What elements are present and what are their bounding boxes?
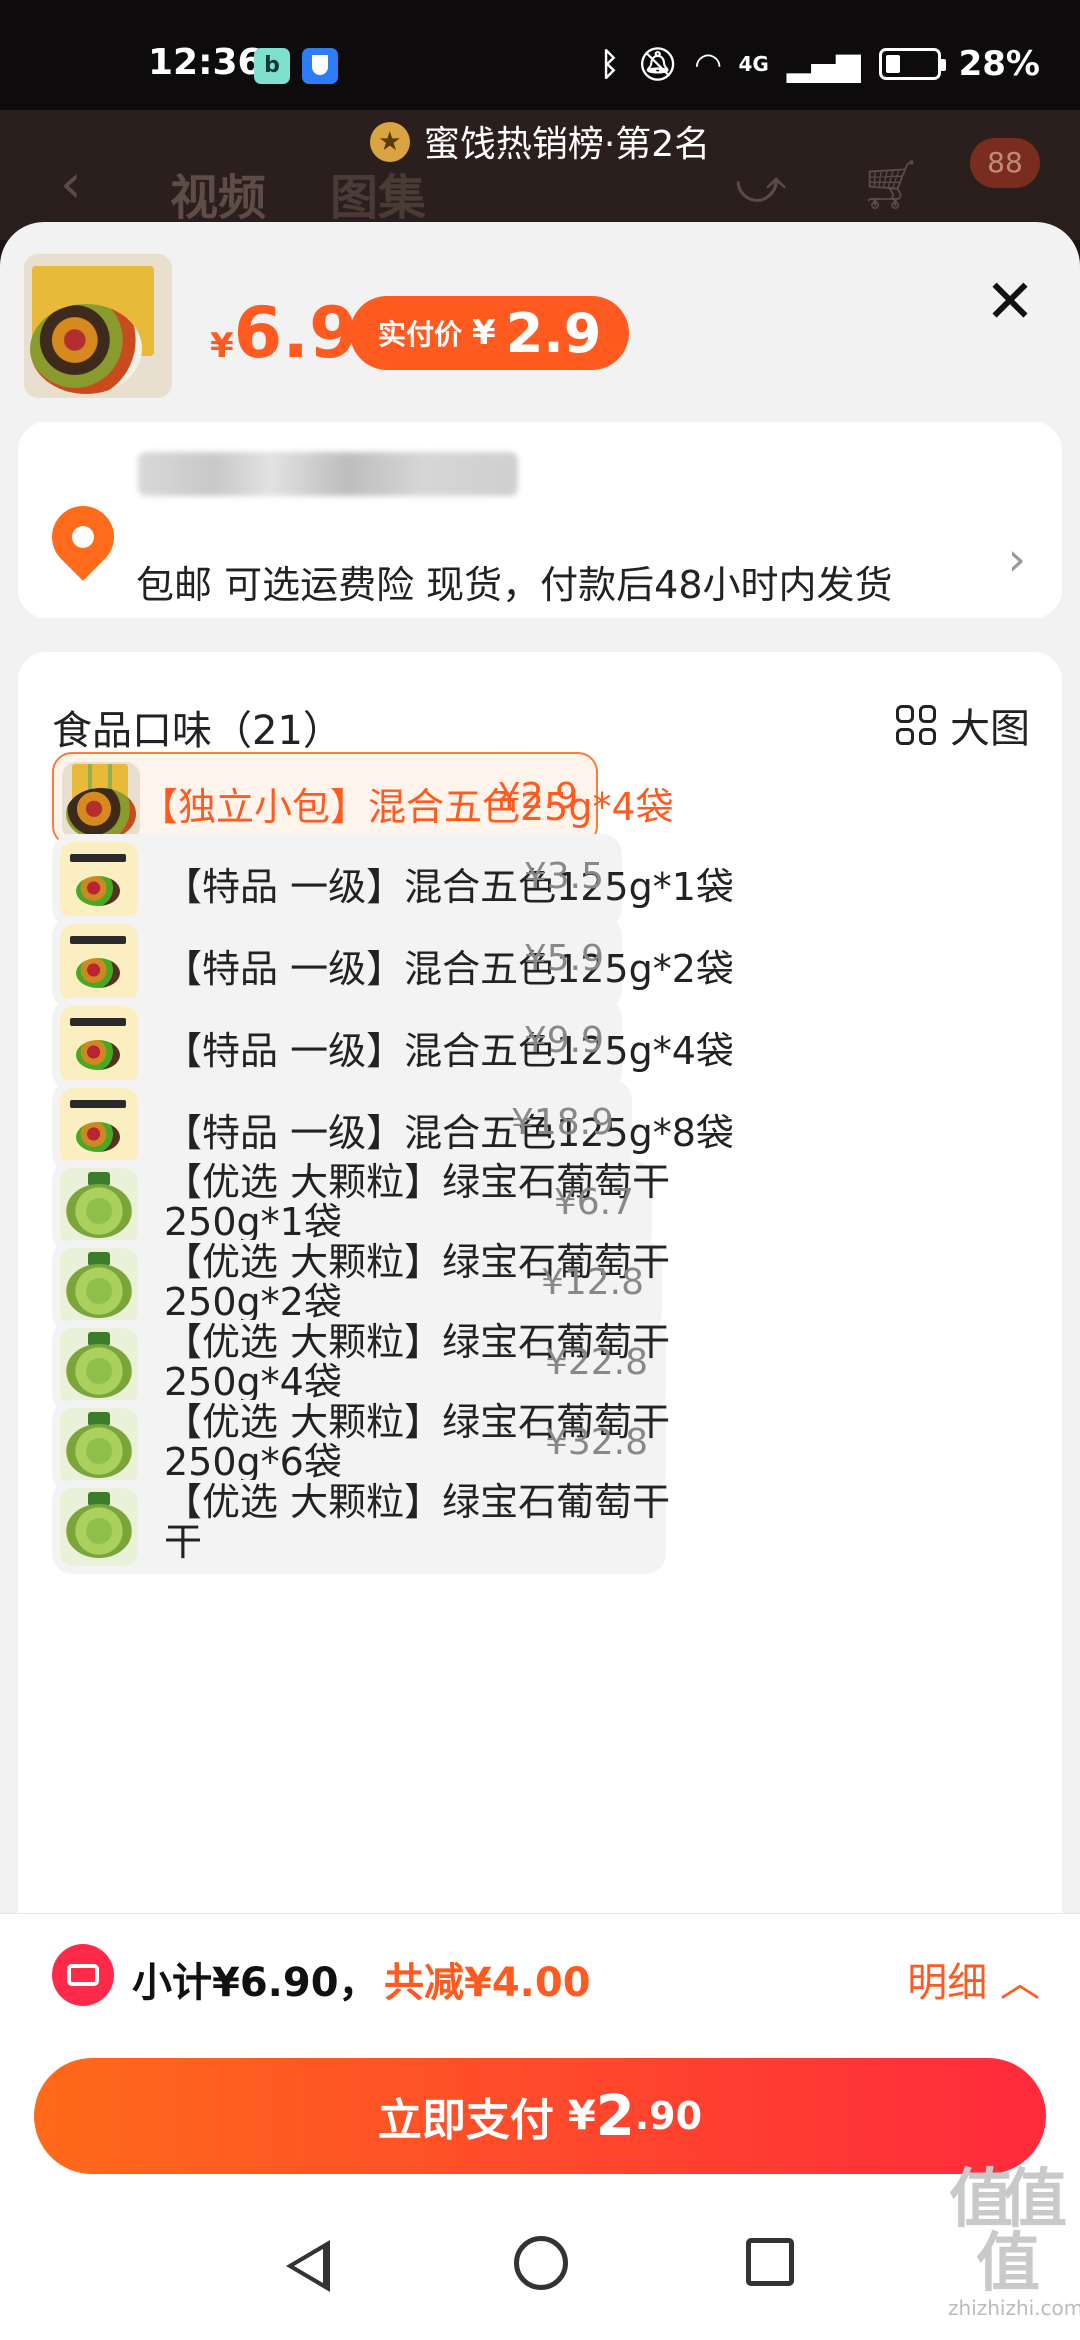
pay-now-button[interactable]: 立即支付 ¥ 2 .90	[34, 2058, 1046, 2174]
battery-percent: 28%	[958, 44, 1040, 84]
rank-banner[interactable]: ★ 蜜饯热销榜·第2名	[0, 110, 1080, 180]
wifi-icon: ◠	[695, 45, 721, 83]
option-label: 【独立小包】混合五色25g*4袋	[140, 785, 674, 829]
detail-toggle[interactable]: 明细 ︿	[907, 1950, 1040, 2008]
option-price: ¥3.5	[523, 856, 604, 897]
watermark: 值值值 zhizhizhi.com	[948, 2163, 1080, 2320]
bluetooth-icon: ᛒ	[600, 45, 620, 83]
watermark-site: zhizhizhi.com	[948, 2296, 1080, 2320]
location-pin-icon	[39, 493, 127, 581]
grid-icon	[896, 705, 936, 745]
app-notification-icon: b	[254, 48, 290, 84]
option-thumbnail	[60, 1408, 138, 1486]
option-label: 【优选 大颗粒】绿宝石葡萄干干	[164, 1480, 671, 1564]
big-view-label: 大图	[950, 706, 1030, 752]
status-indicators: ᛒ 🔕︎ ◠ 4G ▂▄▆ 28%	[600, 44, 1040, 84]
pay-amount: 2	[595, 2083, 635, 2149]
option-price: ¥6.7	[553, 1182, 634, 1223]
big-view-button[interactable]: 大图	[896, 696, 1030, 754]
option-thumbnail	[60, 1006, 138, 1084]
option-thumbnail	[60, 842, 138, 920]
pay-amount-decimal: .90	[634, 2094, 703, 2138]
status-bar: 12:36 b ᛒ 🔕︎ ◠ 4G ▂▄▆ 28%	[0, 0, 1080, 110]
option-price: ¥22.8	[544, 1342, 648, 1383]
option-thumbnail	[60, 1168, 138, 1246]
option-price: ¥2.9	[497, 776, 578, 817]
status-time: 12:36	[148, 42, 263, 83]
original-price: ¥6.9	[210, 292, 358, 374]
option-item[interactable]: 【特品 一级】混合五色125g*4袋 ¥9.9	[52, 998, 734, 1092]
signal-label: 4G	[738, 52, 769, 76]
price-value: 6.9	[233, 292, 358, 374]
option-price: ¥12.8	[540, 1262, 644, 1303]
checkout-bar: 小计¥6.90， 共减¥4.00 明细 ︿ 立即支付 ¥ 2 .90 值值值 z…	[0, 1913, 1080, 2340]
currency-symbol: ¥	[472, 313, 496, 353]
option-label: 【特品 一级】混合五色125g*4袋	[164, 1029, 734, 1073]
close-icon[interactable]: ✕	[980, 272, 1040, 332]
signal-icon: ▂▄▆	[786, 45, 861, 83]
watermark-logo: 值值值	[949, 2163, 1067, 2301]
nav-home-icon[interactable]	[514, 2236, 568, 2290]
bowl-shape	[30, 304, 142, 394]
option-thumbnail	[60, 924, 138, 1002]
address-card[interactable]: 包邮 可选运费险 现货，付款后48小时内发货 ›	[18, 422, 1062, 618]
option-item[interactable]: 【优选 大颗粒】绿宝石葡萄干干	[52, 1480, 670, 1574]
battery-icon	[878, 48, 946, 80]
currency-symbol: ¥	[567, 2093, 596, 2139]
options-title: 食品口味（21）	[52, 708, 343, 754]
option-item[interactable]: 【特品 一级】混合五色125g*2袋 ¥5.9	[52, 916, 734, 1010]
option-thumbnail	[60, 1248, 138, 1326]
chevron-right-icon: ›	[1007, 532, 1026, 586]
option-item[interactable]: 【独立小包】混合五色25g*4袋 ¥2.9	[52, 752, 674, 846]
option-thumbnail	[60, 1488, 138, 1566]
medal-icon: ★	[369, 122, 410, 162]
shipping-info: 包邮 可选运费险 现货，付款后48小时内发货	[136, 563, 893, 607]
rank-banner-text: 蜜饯热销榜·第2名	[423, 124, 711, 165]
system-nav-bar	[0, 2214, 1080, 2340]
chevron-up-icon: ︿	[1000, 1960, 1040, 2006]
shield-icon	[302, 48, 338, 84]
option-thumbnail	[60, 1328, 138, 1406]
currency-symbol: ¥	[210, 326, 234, 366]
option-price: ¥5.9	[523, 938, 604, 979]
option-label: 【特品 一级】混合五色125g*2袋	[164, 947, 734, 991]
option-item[interactable]: 【特品 一级】混合五色125g*1袋 ¥3.5	[52, 834, 734, 928]
detail-label: 明细	[907, 1960, 988, 2006]
subtotal-text: 小计¥6.90，	[132, 1960, 379, 2006]
mute-icon: 🔕︎	[637, 45, 678, 83]
actual-price-value: 2.9	[505, 301, 602, 365]
coupon-icon	[52, 1944, 114, 2006]
option-label: 【特品 一级】混合五色125g*8袋	[164, 1111, 734, 1155]
sheet-header: ¥6.9 实付价 ¥ 2.9 ✕	[0, 222, 1080, 422]
option-price: ¥32.8	[544, 1422, 648, 1463]
nav-recent-icon[interactable]	[746, 2238, 794, 2286]
pay-now-label: 立即支付	[377, 2095, 554, 2146]
option-thumbnail	[62, 762, 140, 840]
nav-back-icon[interactable]	[286, 2240, 330, 2292]
actual-price-pill: 实付价 ¥ 2.9	[350, 296, 630, 370]
option-price: ¥18.9	[510, 1102, 614, 1143]
option-thumbnail	[60, 1088, 138, 1166]
address-redacted	[138, 452, 518, 496]
option-price: ¥9.9	[523, 1020, 604, 1061]
option-label: 【特品 一级】混合五色125g*1袋	[164, 865, 734, 909]
discount-text: 共减¥4.00	[384, 1960, 591, 2006]
product-thumbnail[interactable]	[24, 254, 172, 398]
actual-price-label: 实付价	[378, 318, 463, 351]
